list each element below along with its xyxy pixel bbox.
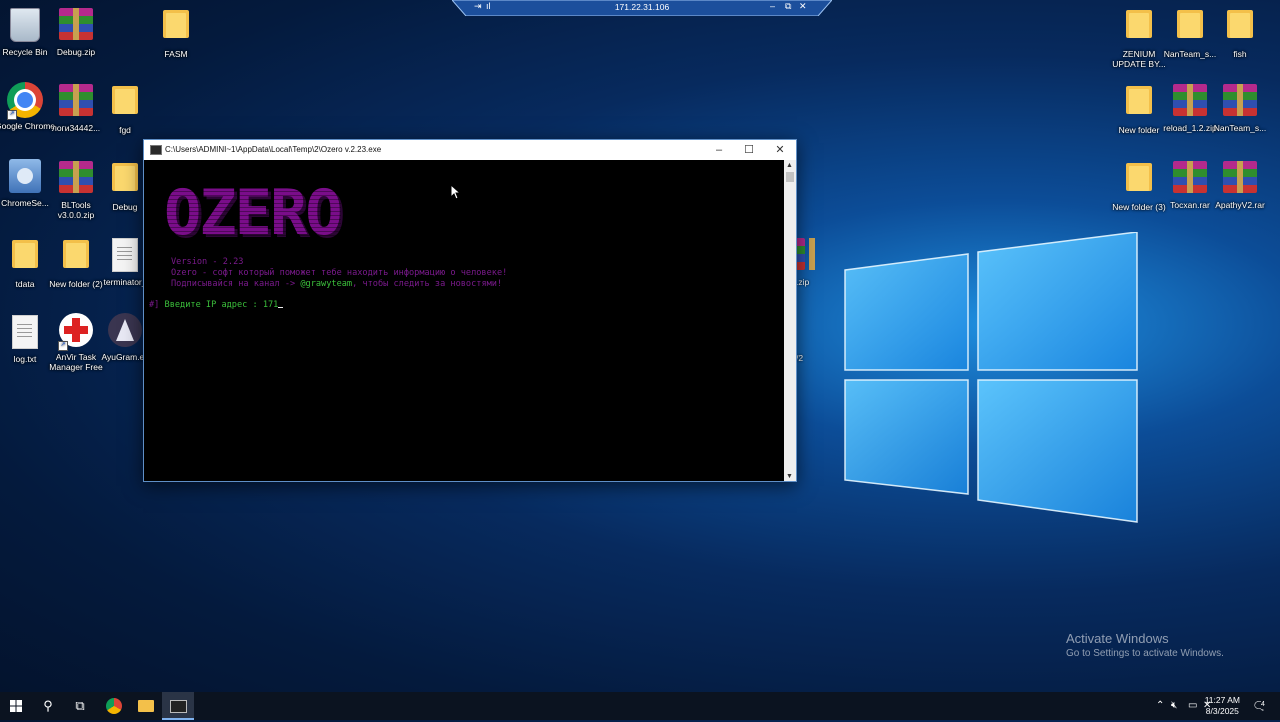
winrar-archive-icon <box>1173 84 1207 116</box>
taskbar-file-explorer[interactable] <box>130 692 162 720</box>
console-output[interactable]: OZERO Version - 2.23 Ozero - софт которы… <box>144 160 783 481</box>
volume-muted-icon[interactable]: 🔇︎ <box>1171 692 1177 720</box>
folder-icon <box>1177 10 1203 38</box>
minimize-button[interactable]: – <box>704 142 734 158</box>
folder-icon <box>163 10 189 38</box>
winrar-archive-icon <box>1223 161 1257 193</box>
taskbar-clock[interactable]: 11:27 AM 8/3/2025 <box>1205 695 1240 717</box>
subscribe-line: Подписывайся на канал -> @grawyteam, что… <box>171 279 503 289</box>
folder-icon <box>112 163 138 191</box>
activate-title: Activate Windows <box>1066 631 1169 646</box>
ozero-ascii-logo: OZERO <box>164 176 343 249</box>
activate-subtitle: Go to Settings to activate Windows. <box>1066 648 1224 659</box>
text-file-icon <box>12 315 38 349</box>
recycle-bin-icon <box>10 8 40 42</box>
ip-prompt-text: Введите IP адрес : 171 <box>159 300 279 310</box>
clock-time: 11:27 AM <box>1204 695 1240 705</box>
scroll-up-icon[interactable]: ▲ <box>786 162 793 169</box>
partial-icon-label: .zip <box>796 277 810 287</box>
activate-windows-watermark: Activate Windows Go to Settings to activ… <box>1066 631 1224 659</box>
file-explorer-icon <box>138 700 154 712</box>
folder-icon <box>1227 10 1253 38</box>
scroll-thumb[interactable] <box>786 172 794 182</box>
mouse-pointer-icon <box>450 184 460 200</box>
folder-icon <box>63 240 89 268</box>
console-app-icon <box>150 145 162 155</box>
remote-connection-bar[interactable]: ⇥ ıl 171.22.31.106 – ⧉ ✕ <box>452 0 832 16</box>
desktop-icon-debug-zip[interactable]: Debug.zip <box>46 6 106 57</box>
console-icon <box>169 700 187 713</box>
winrar-archive-icon <box>59 84 93 116</box>
folder-icon <box>1126 163 1152 191</box>
folder-icon <box>1126 86 1152 114</box>
windows-start-icon <box>10 700 22 712</box>
shortcut-arrow-icon: ↗ <box>7 110 17 120</box>
file-icon <box>112 238 138 272</box>
taskbar-chrome[interactable] <box>98 692 130 720</box>
folder-icon <box>12 240 38 268</box>
maximize-button[interactable]: ☐ <box>734 142 764 158</box>
winrar-archive-icon <box>1173 161 1207 193</box>
desktop-icon-fish[interactable]: fish <box>1210 6 1270 59</box>
close-icon[interactable]: ✕ <box>799 1 807 12</box>
console-scrollbar[interactable]: ▲ ▼ <box>784 160 796 481</box>
console-title-bar[interactable]: C:\Users\ADMINI~1\AppData\Local\Temp\2\O… <box>144 140 796 160</box>
channel-handle: @grawyteam <box>300 279 353 289</box>
description-line: Ozero - софт который поможет тебе находи… <box>171 268 508 278</box>
desktop-icon-apathyv2-rar[interactable]: ApathyV2.rar <box>1210 159 1270 210</box>
close-button[interactable]: ✕ <box>765 142 795 158</box>
text-cursor <box>278 306 284 308</box>
show-hidden-icons[interactable]: ⌃ <box>1156 692 1164 720</box>
console-title: C:\Users\ADMINI~1\AppData\Local\Temp\2\O… <box>165 145 382 154</box>
partial-icon-label: /2 <box>796 353 804 363</box>
taskbar-console[interactable] <box>162 692 194 720</box>
clock-date: 8/3/2025 <box>1205 706 1239 716</box>
minimize-icon[interactable]: – <box>770 1 775 11</box>
scroll-down-icon[interactable]: ▼ <box>786 473 793 480</box>
desktop-icon-nanteam-archive[interactable]: NanTeam_s... <box>1210 82 1270 133</box>
task-view-icon: ⧉ <box>75 698 85 713</box>
folder-icon <box>1126 10 1152 38</box>
start-button[interactable] <box>0 692 32 720</box>
ip-prompt-line[interactable]: #] Введите IP адрес : 171 <box>149 300 284 310</box>
restore-icon[interactable]: ⧉ <box>785 1 791 12</box>
notification-center-button[interactable]: 🗨︎ 4 <box>1252 692 1268 720</box>
search-button[interactable]: ⚲ <box>32 692 64 720</box>
winrar-archive-icon <box>59 8 93 40</box>
winrar-archive-icon <box>59 161 93 193</box>
ayugram-icon <box>108 313 142 347</box>
desktop-icon-fasm[interactable]: FASM <box>146 6 206 59</box>
taskbar: ⚲ ⧉ ⌃ 🔇︎ ▭ ✕ 11:27 AM 8/3/2025 🗨︎ 4 <box>0 692 1280 720</box>
network-icon[interactable]: ▭ <box>1188 692 1197 720</box>
notification-count: 4 <box>1261 701 1265 709</box>
chrome-setup-icon <box>9 159 41 193</box>
task-view-button[interactable]: ⧉ <box>64 692 96 720</box>
search-icon: ⚲ <box>43 698 53 713</box>
chrome-icon <box>106 698 122 714</box>
winrar-archive-icon <box>1223 84 1257 116</box>
windows-wallpaper-logo <box>844 232 1138 523</box>
shortcut-arrow-icon: ↗ <box>58 341 68 351</box>
desktop-icon-fgd[interactable]: fgd <box>95 82 155 135</box>
console-window[interactable]: C:\Users\ADMINI~1\AppData\Local\Temp\2\O… <box>143 139 797 482</box>
prompt-marker: #] <box>149 300 160 310</box>
folder-icon <box>112 86 138 114</box>
version-line: Version - 2.23 <box>171 257 244 267</box>
